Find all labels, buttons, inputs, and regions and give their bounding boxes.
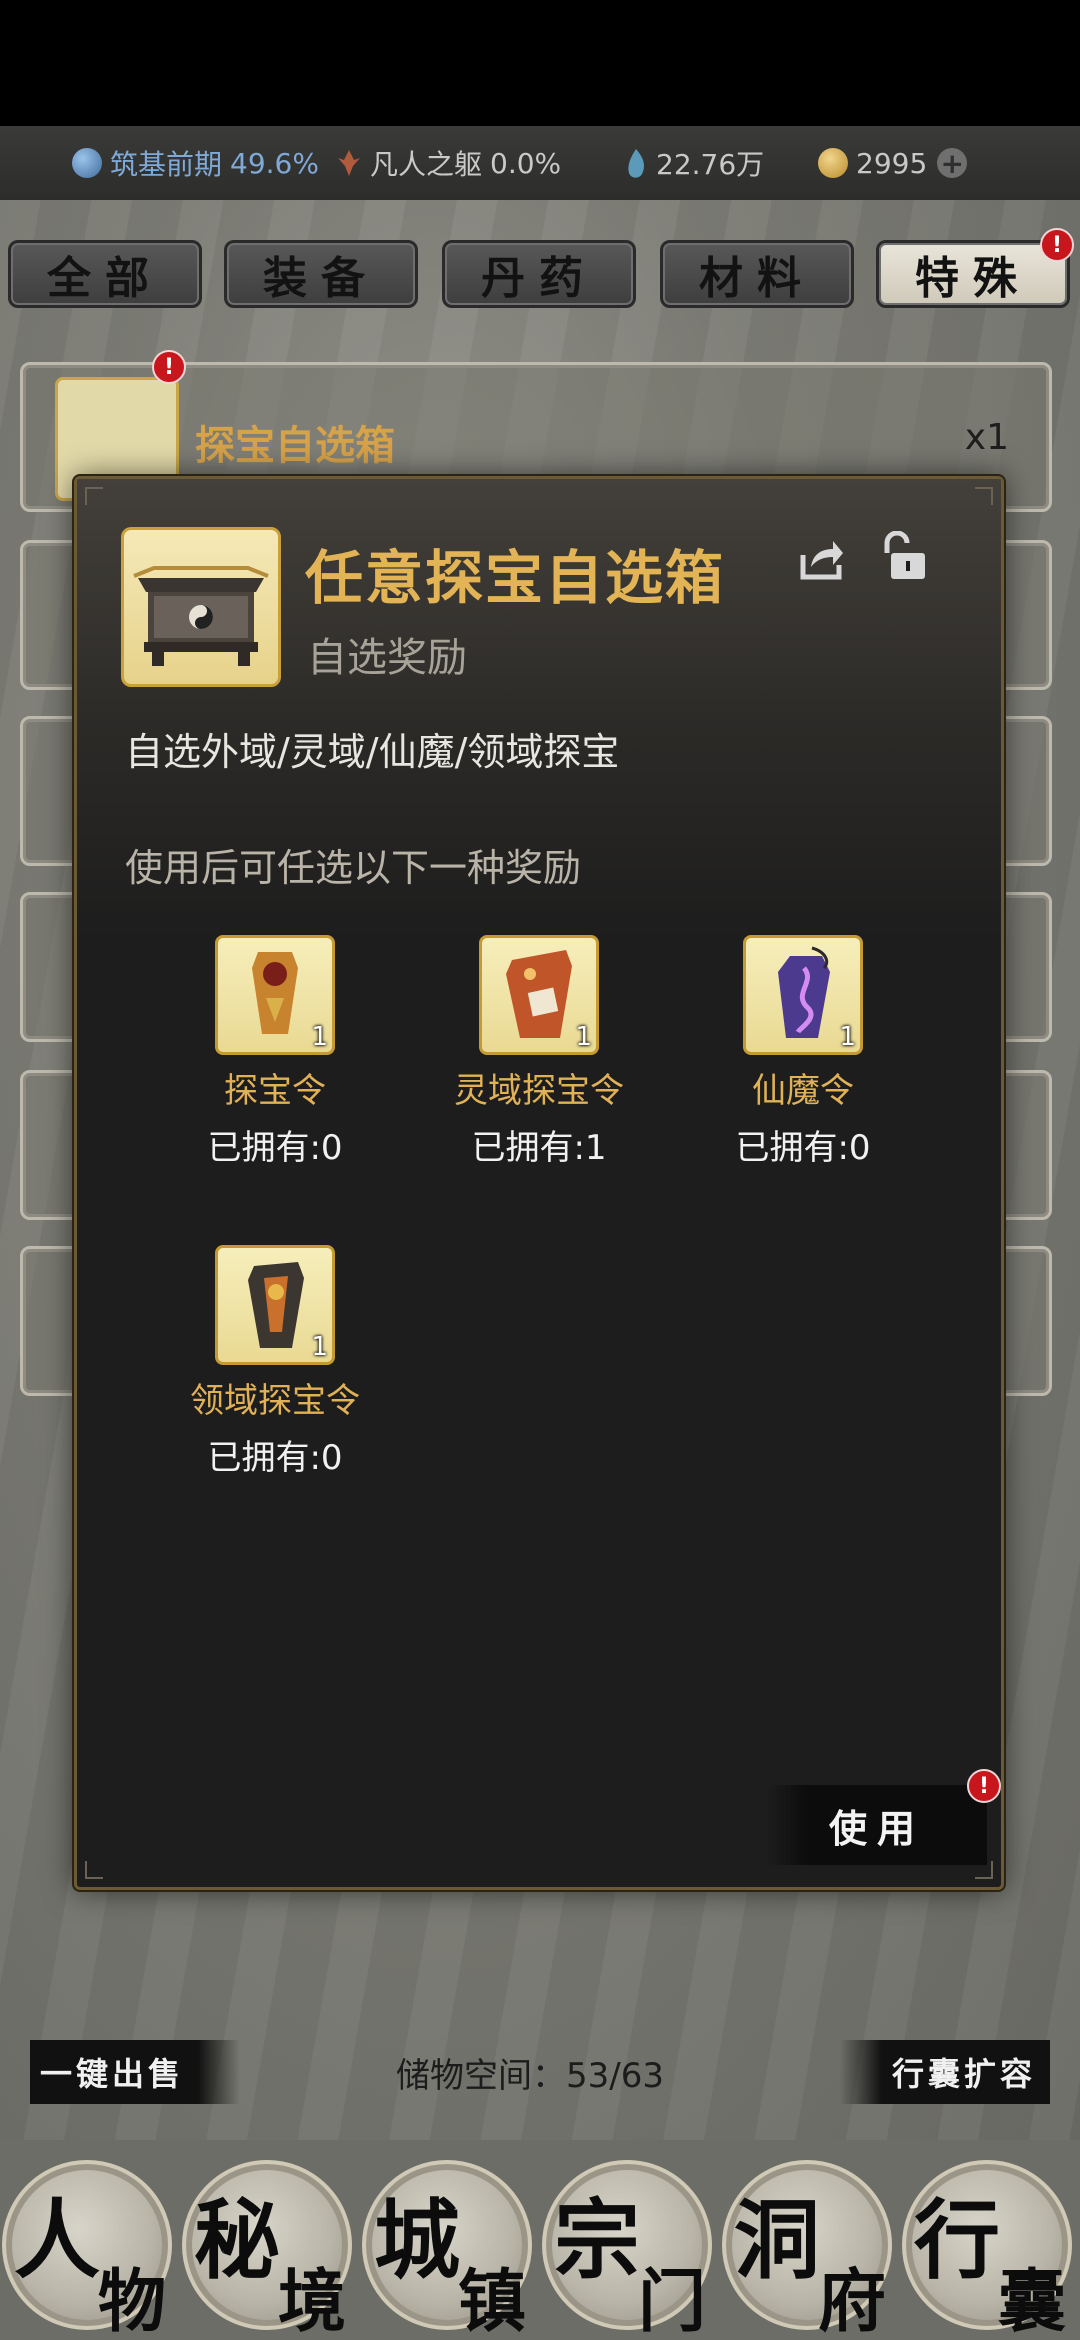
expand-bag-button[interactable]: 行囊扩容 <box>840 2040 1050 2104</box>
use-button[interactable]: 使用 <box>767 1785 987 1865</box>
nav-town-char2: 镇 <box>458 2262 527 2340</box>
reward-qty: 1 <box>311 1332 328 1362</box>
tab-equipment[interactable]: 装备 <box>224 240 418 308</box>
immortal-demon-token-icon: 1 <box>743 935 863 1055</box>
reward-name: 领域探宝令 <box>190 1381 360 1421</box>
tab-all-label: 全部 <box>47 253 163 304</box>
reward-option[interactable]: 1 灵域探宝令 已拥有:1 <box>439 935 639 1169</box>
yin-yang-icon <box>72 148 102 178</box>
tab-all[interactable]: 全部 <box>8 240 202 308</box>
tab-materials[interactable]: 材料 <box>660 240 854 308</box>
nav-character-char1: 人 <box>14 2190 100 2291</box>
coin-icon <box>818 148 848 178</box>
spirit-realm-token-icon: 1 <box>479 935 599 1055</box>
share-icon[interactable] <box>797 535 847 585</box>
body-value: 0.0% <box>490 146 562 180</box>
storage-capacity: 储物空间：53/63 <box>396 2056 664 2096</box>
nav-character-char2: 物 <box>98 2262 167 2340</box>
bottom-nav: 人 物 秘 境 城 镇 宗 门 洞 府 行 囊 <box>0 2140 1080 2340</box>
cultivation-stat[interactable]: 筑基前期 49.6% <box>72 143 319 183</box>
treasure-token-icon: 1 <box>215 935 335 1055</box>
tab-pills-label: 丹药 <box>481 253 597 304</box>
reward-qty: 1 <box>575 1022 592 1052</box>
sell-all-button[interactable]: 一键出售 <box>30 2040 240 2104</box>
treasure-chest-icon <box>121 527 281 687</box>
nav-sect[interactable]: 宗 门 <box>542 2160 712 2340</box>
reward-option[interactable]: 1 探宝令 已拥有:0 <box>175 935 375 1169</box>
corner-ornament <box>85 487 103 505</box>
list-item-alert-badge: ! <box>152 350 186 384</box>
list-item-name: 探宝自选箱 <box>195 422 395 469</box>
nav-town-char1: 城 <box>374 2190 460 2291</box>
spirit-stones-stat[interactable]: 22.76万 <box>624 143 764 183</box>
nav-sect-char1: 宗 <box>554 2190 640 2291</box>
reward-owned: 已拥有:0 <box>207 1438 343 1478</box>
nav-town[interactable]: 城 镇 <box>362 2160 532 2340</box>
list-item-count: x1 <box>964 417 1009 458</box>
corner-ornament <box>975 487 993 505</box>
modal-subtitle: 自选奖励 <box>307 635 467 681</box>
lock-open-icon[interactable] <box>877 530 929 583</box>
nav-cave-abode-char1: 洞 <box>734 2190 820 2291</box>
item-detail-modal: 任意探宝自选箱 自选奖励 自选外域/灵域/仙魔/领域探宝 使用后可任选以下一种奖… <box>74 476 1004 1890</box>
spirit-stones-value: 22.76万 <box>656 148 765 181</box>
nav-bag[interactable]: 行 囊 <box>902 2160 1072 2340</box>
nav-bag-char1: 行 <box>914 2190 1000 2291</box>
reward-qty: 1 <box>311 1022 328 1052</box>
spirit-crystal-icon <box>624 148 648 178</box>
tab-pills[interactable]: 丹药 <box>442 240 636 308</box>
plus-icon[interactable]: + <box>937 147 968 180</box>
modal-hint: 使用后可任选以下一种奖励 <box>125 846 582 890</box>
nav-sect-char2: 门 <box>638 2262 707 2340</box>
reward-owned: 已拥有:0 <box>207 1128 343 1168</box>
cultivation-value: 49.6% <box>230 146 319 180</box>
domain-treasure-token-icon: 1 <box>215 1245 335 1365</box>
nav-cave-abode-char2: 府 <box>818 2262 887 2340</box>
nav-secret-realm[interactable]: 秘 境 <box>182 2160 352 2340</box>
reward-name: 灵域探宝令 <box>454 1071 624 1111</box>
corner-ornament <box>85 1861 103 1879</box>
tab-equipment-label: 装备 <box>263 253 379 304</box>
nav-bag-char2: 囊 <box>998 2262 1067 2340</box>
coins-value: 2995 <box>856 146 928 180</box>
modal-description: 自选外域/灵域/仙魔/领域探宝 <box>125 730 620 774</box>
nav-character[interactable]: 人 物 <box>2 2160 172 2340</box>
reward-name: 仙魔令 <box>752 1071 854 1111</box>
reward-owned: 已拥有:1 <box>471 1128 607 1168</box>
nav-secret-realm-char2: 境 <box>278 2262 347 2340</box>
tab-materials-label: 材料 <box>699 253 815 304</box>
resource-bar: 筑基前期 49.6% 凡人之躯 0.0% 22.76万 2995 + <box>0 126 1080 200</box>
body-label: 凡人之躯 <box>370 148 483 181</box>
cultivation-label: 筑基前期 <box>110 148 223 181</box>
reward-qty: 1 <box>839 1022 856 1052</box>
nav-secret-realm-char1: 秘 <box>194 2190 280 2291</box>
reward-option[interactable]: 1 仙魔令 已拥有:0 <box>703 935 903 1169</box>
modal-title: 任意探宝自选箱 <box>305 544 726 612</box>
tab-special-label: 特殊 <box>915 253 1031 304</box>
status-area <box>0 0 1080 126</box>
body-stat[interactable]: 凡人之躯 0.0% <box>336 143 561 183</box>
reward-owned: 已拥有:0 <box>735 1128 871 1168</box>
reward-option[interactable]: 1 领域探宝令 已拥有:0 <box>175 1245 375 1479</box>
tab-special-alert-badge: ! <box>1040 228 1074 262</box>
nav-cave-abode[interactable]: 洞 府 <box>722 2160 892 2340</box>
use-button-alert-badge: ! <box>967 1769 1001 1803</box>
spirit-figure-icon <box>336 148 362 178</box>
coins-stat[interactable]: 2995 + <box>818 146 968 180</box>
reward-name: 探宝令 <box>224 1071 326 1111</box>
